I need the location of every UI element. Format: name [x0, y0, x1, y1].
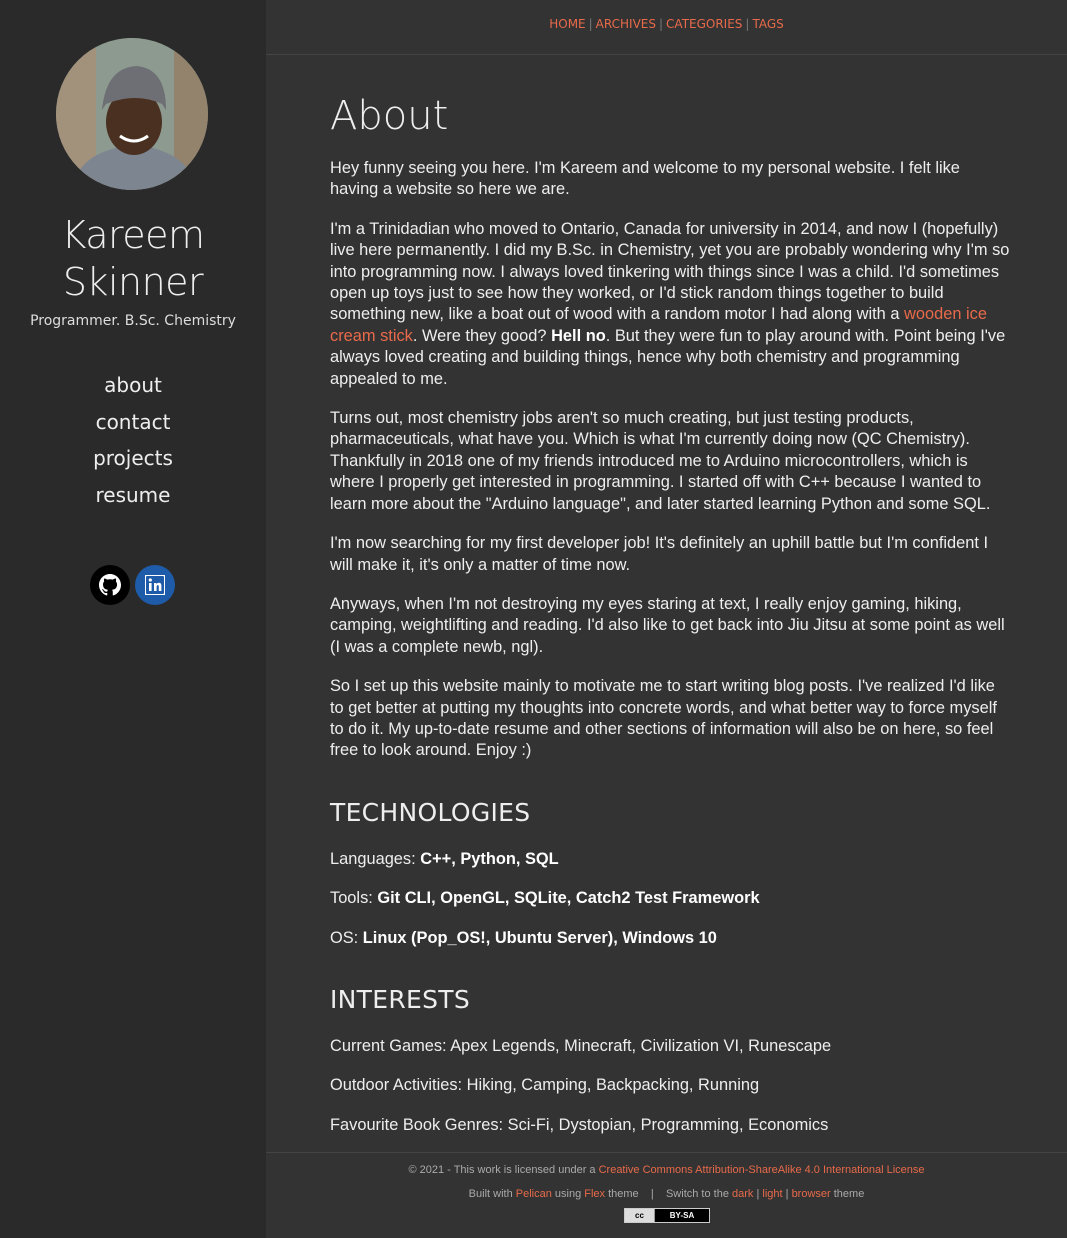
tech-languages: Languages: C++, Python, SQL: [330, 849, 1010, 870]
site-name-first: Kareem: [61, 213, 205, 257]
footer-text: theme: [830, 1188, 865, 1200]
nav-separator: |: [745, 17, 750, 31]
sidebar-link-projects[interactable]: projects: [0, 443, 266, 480]
cc-by-sa-badge[interactable]: cc BY-SA: [624, 1208, 710, 1223]
linkedin-icon: [145, 575, 165, 595]
footer: © 2021 - This work is licensed under a C…: [266, 1152, 1067, 1238]
interest-games: Current Games: Apex Legends, Minecraft, …: [330, 1036, 832, 1055]
sidebar-link-about[interactable]: about: [0, 370, 266, 407]
tech-value: Linux (Pop_OS!, Ubuntu Server), Windows …: [362, 928, 717, 947]
top-nav: HOME | ARCHIVES | CATEGORIES | TAGS: [266, 0, 1067, 55]
nav-categories[interactable]: CATEGORIES: [666, 17, 742, 31]
tech-tools: Tools: Git CLI, OpenGL, SQLite, Catch2 T…: [330, 888, 1010, 909]
by-sa-label: BY-SA: [655, 1209, 709, 1222]
light-theme-link[interactable]: light: [762, 1188, 782, 1200]
nav-separator: |: [658, 17, 664, 31]
paragraph-motivation: So I set up this website mainly to motiv…: [330, 677, 997, 760]
technologies-heading: TECHNOLOGIES: [330, 797, 531, 827]
paragraph-career: Turns out, most chemistry jobs aren't so…: [330, 409, 991, 513]
site-name: Kareem Skinner: [0, 212, 266, 306]
paragraph-text: . Were they good?: [412, 326, 552, 345]
sidebar-link-resume[interactable]: resume: [0, 480, 266, 517]
avatar-photo-icon: [56, 38, 208, 190]
interest-books: Favourite Book Genres: Sci-Fi, Dystopian…: [330, 1115, 829, 1134]
tech-label: OS:: [330, 928, 363, 947]
dark-theme-link[interactable]: dark: [732, 1188, 753, 1200]
social-links: [90, 565, 176, 605]
footer-license-line: © 2021 - This work is licensed under a C…: [266, 1164, 1067, 1176]
footer-copyright: © 2021 - This work is licensed under a: [408, 1164, 599, 1176]
nav-tags[interactable]: TAGS: [752, 17, 783, 31]
tech-label: Tools:: [330, 889, 378, 908]
paragraph-hobbies: Anyways, when I'm not destroying my eyes…: [330, 594, 1005, 656]
github-icon: [99, 574, 121, 596]
paragraph-background: I'm a Trinidadian who moved to Ontario, …: [330, 219, 1010, 390]
page-title: About: [330, 93, 449, 139]
footer-text: using: [551, 1188, 585, 1200]
browser-theme-link[interactable]: browser: [792, 1188, 831, 1200]
footer-text: Built with: [468, 1188, 516, 1200]
nav-separator: |: [588, 17, 593, 31]
paragraph-job-search: I'm now searching for my first developer…: [330, 534, 989, 574]
paragraph-intro: Hey funny seeing you here. I'm Kareem an…: [330, 159, 960, 199]
bold-text: Hell no: [551, 326, 606, 345]
github-link[interactable]: [90, 565, 130, 605]
cc-icon: cc: [625, 1209, 655, 1222]
tech-os: OS: Linux (Pop_OS!, Ubuntu Server), Wind…: [330, 928, 1010, 949]
pelican-link[interactable]: Pelican: [516, 1188, 552, 1200]
avatar[interactable]: [56, 38, 208, 190]
nav-home[interactable]: HOME: [549, 17, 585, 31]
sidebar-nav: about contact projects resume: [0, 370, 266, 516]
site-subtitle: Programmer. B.Sc. Chemistry: [30, 313, 236, 329]
interest-outdoor: Outdoor Activities: Hiking, Camping, Bac…: [330, 1076, 760, 1095]
flex-link[interactable]: Flex: [584, 1188, 605, 1200]
footer-text: theme | Switch to the: [605, 1188, 732, 1200]
site-name-last: Skinner: [62, 260, 204, 304]
tech-value: Git CLI, OpenGL, SQLite, Catch2 Test Fra…: [377, 889, 760, 908]
main-content: About Hey funny seeing you here. I'm Kar…: [330, 90, 1010, 1154]
interests-heading: INTERESTS: [330, 984, 471, 1014]
tech-value: C++, Python, SQL: [420, 849, 559, 868]
nav-archives[interactable]: ARCHIVES: [596, 17, 656, 31]
tech-label: Languages:: [330, 849, 421, 868]
linkedin-link[interactable]: [135, 565, 175, 605]
footer-pipe: |: [782, 1188, 792, 1200]
footer-theme-line: Built with Pelican using Flex theme | Sw…: [266, 1188, 1067, 1200]
sidebar: Kareem Skinner Programmer. B.Sc. Chemist…: [0, 0, 266, 1238]
sidebar-link-contact[interactable]: contact: [0, 407, 266, 444]
license-link[interactable]: Creative Commons Attribution-ShareAlike …: [599, 1164, 925, 1176]
